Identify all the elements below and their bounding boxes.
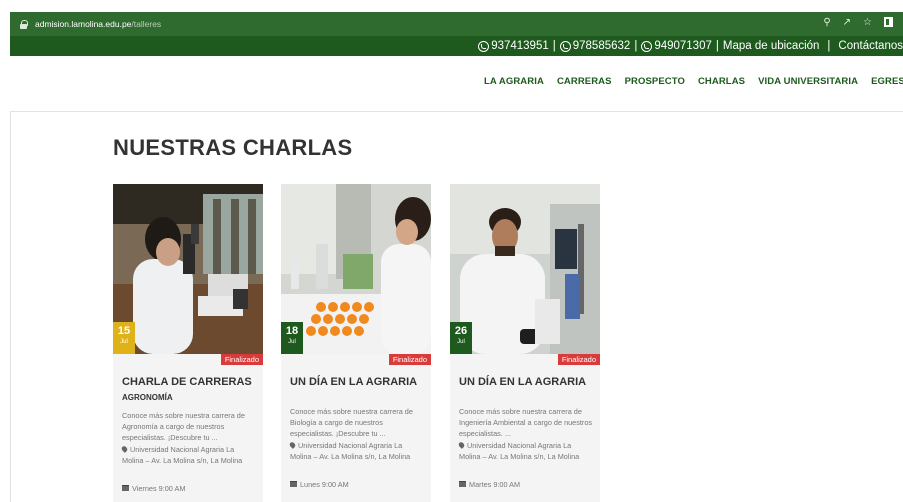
time-text: Martes 9:00 AM [469, 480, 521, 489]
calendar-icon [122, 485, 129, 491]
card-time: Viernes 9:00 AM [122, 484, 185, 493]
lock-icon [20, 20, 28, 29]
browser-url-bar[interactable]: admision.lamolina.edu.pe/talleres ⚲ ↗ ☆ [10, 12, 903, 36]
card-description: Conoce más sobre nuestra carrera de Agro… [122, 411, 245, 442]
zoom-icon[interactable]: ⚲ [823, 17, 830, 28]
whatsapp-icon [641, 40, 653, 52]
nav-item-carreras[interactable]: CARRERAS [557, 76, 612, 87]
whatsapp-icon [559, 40, 571, 52]
talk-photo-lab-samples[interactable] [281, 184, 431, 354]
card-location: Universidad Nacional Agraria La Molina –… [120, 444, 256, 466]
card-location: Universidad Nacional Agraria La Molina –… [457, 440, 593, 462]
page-divider [10, 112, 11, 502]
location-text: Universidad Nacional Agraria La Molina –… [122, 445, 243, 465]
url-path: /talleres [131, 19, 162, 29]
date-badge: 26 Jul [450, 322, 472, 354]
date-day: 15 [117, 325, 131, 337]
date-month: Jul [288, 339, 296, 345]
card-location: Universidad Nacional Agraria La Molina –… [288, 440, 424, 462]
share-icon[interactable]: ↗ [843, 17, 851, 28]
talk-photo-lab-equipment[interactable] [450, 184, 600, 354]
nav-item-vida-universitaria[interactable]: VIDA UNIVERSITARIA [758, 76, 858, 87]
nav-item-prospecto[interactable]: PROSPECTO [625, 76, 685, 87]
phone-1[interactable]: 937413951 [491, 40, 549, 52]
phone-2[interactable]: 978585632 [573, 40, 631, 52]
card-description: Conoce más sobre nuestra carrera de Inge… [459, 407, 593, 438]
card-subtitle: AGRONOMÍA [122, 393, 173, 402]
location-text: Universidad Nacional Agraria La Molina –… [290, 441, 411, 461]
browser-tools: ⚲ ↗ ☆ [823, 17, 893, 28]
date-day: 26 [454, 325, 468, 337]
card-time: Lunes 9:00 AM [290, 480, 349, 489]
url-host: admision.lamolina.edu.pe [35, 19, 132, 29]
map-link[interactable]: Mapa de ubicación [723, 40, 820, 52]
nav-item-charlas[interactable]: CHARLAS [698, 76, 745, 87]
calendar-icon [459, 481, 466, 487]
phone-3[interactable]: 949071307 [654, 40, 712, 52]
location-pin-icon [288, 441, 297, 449]
date-badge: 18 Jul [281, 322, 303, 354]
star-icon[interactable]: ☆ [863, 17, 872, 28]
main-header: LA AGRARIA CARRERAS PROSPECTO CHARLAS VI… [10, 56, 903, 112]
contact-bar: 937413951 | 978585632 | 949071307 | Mapa… [10, 36, 903, 56]
separator: | [715, 40, 719, 52]
separator: | [552, 40, 556, 52]
main-nav: LA AGRARIA CARRERAS PROSPECTO CHARLAS VI… [484, 76, 903, 87]
talk-card-1[interactable]: 15 Jul Finalizado CHARLA DE CARRERAS AGR… [113, 184, 263, 502]
separator: | [634, 40, 638, 52]
card-time: Martes 9:00 AM [459, 480, 520, 489]
date-day: 18 [285, 325, 299, 337]
date-badge: 15 Jul [113, 322, 135, 354]
card-title[interactable]: UN DÍA EN LA AGRARIA [459, 376, 597, 388]
status-badge: Finalizado [220, 354, 263, 365]
card-title[interactable]: CHARLA DE CARRERAS [122, 376, 260, 388]
time-text: Lunes 9:00 AM [300, 480, 349, 489]
location-text: Universidad Nacional Agraria La Molina –… [459, 441, 580, 461]
time-text: Viernes 9:00 AM [132, 484, 186, 493]
talk-card-2[interactable]: 18 Jul Finalizado UN DÍA EN LA AGRARIA C… [281, 184, 431, 502]
status-badge: Finalizado [388, 354, 431, 365]
nav-item-egresados[interactable]: EGRESADOS [871, 76, 903, 87]
status-badge: Finalizado [557, 354, 600, 365]
sidebar-icon[interactable] [884, 17, 893, 27]
page-title: NUESTRAS CHARLAS [113, 135, 353, 160]
location-pin-icon [457, 441, 466, 449]
whatsapp-icon [478, 40, 490, 52]
date-month: Jul [457, 339, 465, 345]
contact-link[interactable]: Contáctanos [838, 40, 903, 52]
card-description: Conoce más sobre nuestra carrera de Biol… [290, 407, 413, 438]
separator: | [827, 40, 831, 52]
talk-card-3[interactable]: 26 Jul Finalizado UN DÍA EN LA AGRARIA C… [450, 184, 600, 502]
location-pin-icon [120, 445, 129, 453]
talk-photo-microscope[interactable] [113, 184, 263, 354]
date-month: Jul [120, 339, 128, 345]
nav-item-la-agraria[interactable]: LA AGRARIA [484, 76, 544, 87]
card-title[interactable]: UN DÍA EN LA AGRARIA [290, 376, 428, 388]
calendar-icon [290, 481, 297, 487]
